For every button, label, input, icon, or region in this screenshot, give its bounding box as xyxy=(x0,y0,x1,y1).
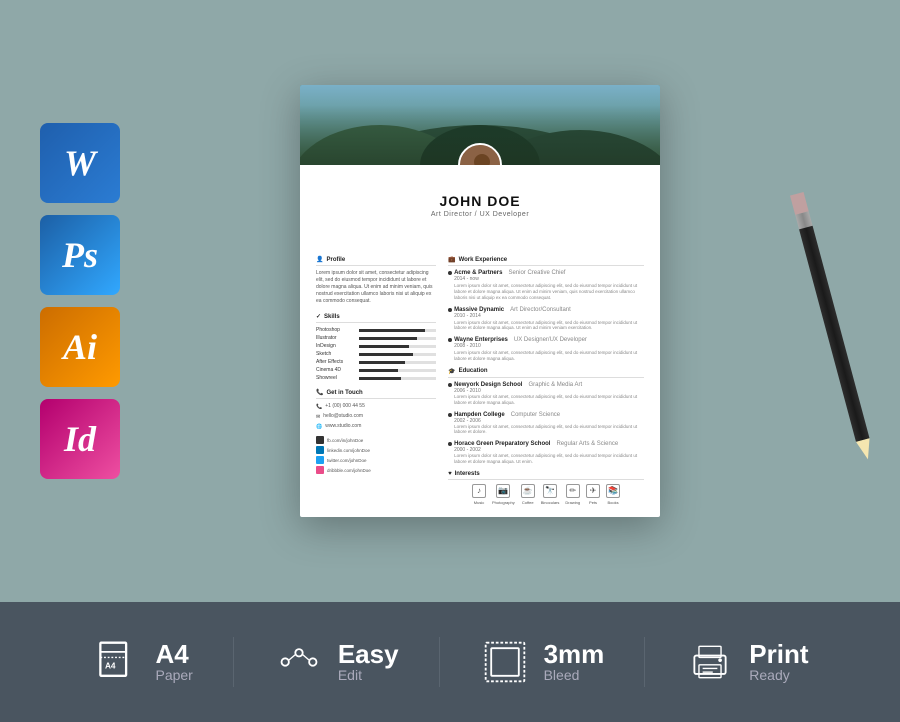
interests-list: ♪ Music 📷 Photography ☕ Coffee 🔭 xyxy=(448,484,644,505)
resume-job-title: Art Director / UX Developer xyxy=(300,211,660,218)
svg-text:A4: A4 xyxy=(105,661,116,670)
feature-print: Print Ready xyxy=(645,637,848,687)
pencil-decoration xyxy=(790,192,876,466)
interest-binoculars: 🔭 Binoculars xyxy=(541,484,560,505)
contact-icon: 📞 xyxy=(316,389,323,396)
education-icon: 🎓 xyxy=(448,368,455,375)
work-entry-2: Massive Dynamic Art Director/Consultant … xyxy=(448,307,644,332)
skill-sketch: Sketch xyxy=(316,351,436,357)
resume-body: 👤 Profile Lorem ipsum dolor sit amet, co… xyxy=(300,226,660,517)
skills-icon: ✓ xyxy=(316,313,321,320)
profile-avatar xyxy=(458,143,502,165)
edit-icon xyxy=(274,637,324,687)
profile-text: Lorem ipsum dolor sit amet, consectetur … xyxy=(316,270,436,305)
bleed-icon xyxy=(480,637,530,687)
edu-entry-1: Newyork Design School Graphic & Media Ar… xyxy=(448,382,644,406)
feature-a4: A4 A4 Paper xyxy=(51,637,233,687)
interest-photography: 📷 Photography xyxy=(492,484,515,505)
interest-music: ♪ Music xyxy=(472,484,486,505)
photoshop-icon: Ps xyxy=(40,215,120,295)
bleed-text: 3mm Bleed xyxy=(544,641,605,683)
interests-icon: ♥ xyxy=(448,471,452,477)
skills-section: ✓ Skills Photoshop Illustrator xyxy=(316,313,436,381)
work-entry-3: Wayne Enterprises UX Designer/UX Develop… xyxy=(448,337,644,362)
skill-cinema4d: Cinema 4D xyxy=(316,367,436,373)
profile-section: 👤 Profile Lorem ipsum dolor sit amet, co… xyxy=(316,256,436,305)
skill-indesign: InDesign xyxy=(316,343,436,349)
contact-phone: 📞 +1 (00) 000 44 55 xyxy=(316,403,436,410)
interest-pets: ✈ Pets xyxy=(586,484,600,505)
skills-list: Photoshop Illustrator InDesign Sket xyxy=(316,327,436,381)
skills-title: ✓ Skills xyxy=(316,313,436,323)
interests-section: ♥ Interests ♪ Music 📷 Photography xyxy=(448,471,644,505)
print-text: Print Ready xyxy=(749,641,808,683)
contact-section: 📞 Get in Touch 📞 +1 (00) 000 44 55 ✉ hel… xyxy=(316,389,436,430)
skill-aftereffects: After Effects xyxy=(316,359,436,365)
resume-name: JOHN DOE xyxy=(300,165,660,211)
work-title: 💼 Work Experience xyxy=(448,256,644,266)
contact-title: 📞 Get in Touch xyxy=(316,389,436,399)
a4-text: A4 Paper xyxy=(155,641,192,683)
edu-entry-3: Horace Green Preparatory School Regular … xyxy=(448,441,644,465)
skill-illustrator: Illustrator xyxy=(316,335,436,341)
social-linkedin: linkedin.com/johnDoe xyxy=(316,446,436,454)
edit-text: Easy Edit xyxy=(338,641,399,683)
a4-icon: A4 xyxy=(91,637,141,687)
social-dribbble: dribbble.com/johnDoe xyxy=(316,466,436,474)
education-section: 🎓 Education Newyork Design School Graphi… xyxy=(448,368,644,465)
interests-title: ♥ Interests xyxy=(448,471,644,480)
resume-left-column: 👤 Profile Lorem ipsum dolor sit amet, co… xyxy=(316,256,436,505)
illustrator-icon: Ai xyxy=(40,307,120,387)
edu-entry-2: Hampden College Computer Science 2002 - … xyxy=(448,412,644,436)
resume-name-section: JOHN DOE Art Director / UX Developer xyxy=(300,165,660,218)
feature-bleed: 3mm Bleed xyxy=(440,637,646,687)
interest-coffee: ☕ Coffee xyxy=(521,484,535,505)
social-section: fb.com/in/johnDoe linkedin.com/johnDoe t… xyxy=(316,436,436,474)
social-facebook: fb.com/in/johnDoe xyxy=(316,436,436,444)
feature-edit: Easy Edit xyxy=(234,637,440,687)
main-area: W Ps Ai Id xyxy=(0,0,900,602)
work-icon: 💼 xyxy=(448,256,455,263)
software-icons-panel: W Ps Ai Id xyxy=(40,123,120,479)
resume-header-landscape xyxy=(300,85,660,165)
resume-right-column: 💼 Work Experience Acme & Partners Senior… xyxy=(448,256,644,505)
indesign-icon: Id xyxy=(40,399,120,479)
features-bar: A4 A4 Paper Easy Edit xyxy=(0,602,900,722)
profile-icon: 👤 xyxy=(316,256,323,263)
profile-title: 👤 Profile xyxy=(316,256,436,266)
interest-books: 📚 Books xyxy=(606,484,620,505)
skill-photoshop: Photoshop xyxy=(316,327,436,333)
interest-drawing: ✏ Drawing xyxy=(565,484,580,505)
print-icon xyxy=(685,637,735,687)
word-icon: W xyxy=(40,123,120,203)
contact-email: ✉ hello@studio.com xyxy=(316,413,436,420)
social-twitter: twitter.com/johnDoe xyxy=(316,456,436,464)
skill-showreel: Showreel xyxy=(316,375,436,381)
resume-document: JOHN DOE Art Director / UX Developer 👤 P… xyxy=(300,85,660,517)
education-title: 🎓 Education xyxy=(448,368,644,378)
work-section: 💼 Work Experience Acme & Partners Senior… xyxy=(448,256,644,362)
contact-website: 🌐 www.studio.com xyxy=(316,423,436,430)
work-entry-1: Acme & Partners Senior Creative Chief 20… xyxy=(448,270,644,301)
